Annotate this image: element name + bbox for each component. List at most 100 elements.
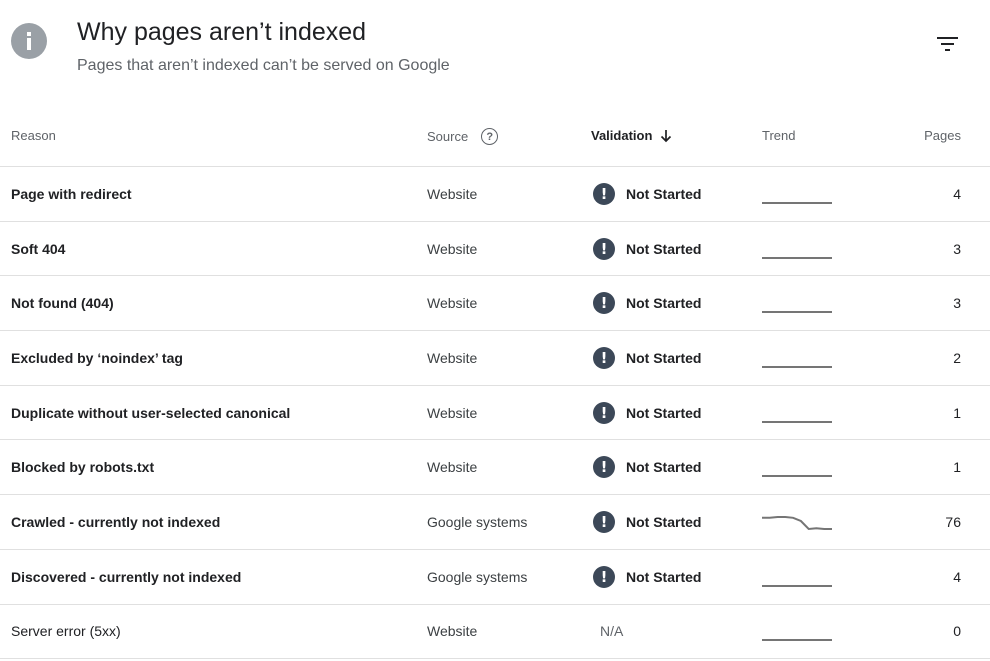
row-validation: ! Not Started	[593, 331, 701, 385]
row-pages-count: 1	[953, 459, 961, 476]
trend-sparkline	[762, 475, 832, 478]
warning-icon: !	[593, 565, 615, 588]
column-header-trend: Trend	[762, 128, 795, 143]
trend-sparkline	[762, 515, 832, 531]
row-pages-count: 3	[953, 240, 961, 257]
row-validation: ! Not Started	[593, 222, 701, 276]
info-icon	[11, 23, 47, 59]
table-row[interactable]: Not found (404) Website! Not Started 3	[0, 276, 990, 332]
column-label-reason: Reason	[11, 128, 56, 143]
row-source: Website	[427, 185, 478, 202]
row-reason: Not found (404)	[11, 295, 114, 312]
warning-icon: !	[593, 401, 615, 424]
table-body: Page with redirect Website! Not Started 4 So…	[0, 167, 990, 660]
table-row[interactable]: Crawled - currently not indexed Google sy…	[0, 495, 990, 550]
page: Why pages aren’t indexed Pages that aren…	[0, 0, 990, 661]
trend-sparkline	[762, 365, 832, 368]
row-trend	[761, 331, 833, 385]
table-row[interactable]: Blocked by robots.txt Website ! Not Started…	[0, 440, 990, 496]
row-reason: Page with redirect	[11, 185, 132, 202]
validation-status: Not Started	[626, 185, 702, 202]
row-validation: ! Not Started	[593, 386, 701, 440]
column-label-source: Source	[427, 129, 469, 144]
row-trend	[761, 222, 833, 276]
row-validation: ! Not Started	[593, 440, 701, 494]
row-source: Website	[427, 295, 478, 312]
row-trend	[761, 605, 833, 659]
row-reason: Crawled - currently not indexed	[11, 513, 221, 530]
warning-icon: !	[593, 510, 615, 533]
validation-status: N/A	[600, 623, 624, 640]
validation-status: Not Started	[626, 349, 702, 366]
arrow-down-icon	[661, 129, 672, 142]
row-validation: ! Not Started	[593, 495, 701, 549]
warning-icon: !	[593, 237, 615, 260]
row-pages-count: 2	[953, 349, 961, 366]
column-header-validation[interactable]: Validation	[591, 128, 672, 143]
column-header-reason[interactable]: Reason	[11, 128, 56, 143]
row-pages-count: 3	[953, 295, 961, 312]
row-reason: Blocked by robots.txt	[11, 459, 155, 476]
validation-status: Not Started	[626, 295, 702, 312]
row-source: Website	[427, 623, 478, 640]
row-reason: Server error (5xx)	[11, 623, 121, 640]
row-validation: ! Not Started	[593, 550, 701, 604]
row-source: Google systems	[427, 513, 528, 530]
header: Why pages aren’t indexed Pages that aren…	[0, 0, 990, 100]
trend-line	[762, 515, 832, 531]
trend-sparkline	[762, 420, 832, 423]
row-reason: Duplicate without user-selected canonica…	[11, 404, 291, 421]
row-trend	[761, 276, 833, 330]
row-pages-count: 76	[945, 513, 961, 530]
trend-sparkline	[762, 256, 832, 259]
validation-status: Not Started	[626, 568, 702, 585]
row-source: Website	[427, 240, 478, 257]
row-validation: N/A	[600, 605, 623, 659]
column-label-validation: Validation	[591, 128, 653, 143]
table-header: Reason Source ? Validation Trend Pages	[0, 110, 990, 167]
warning-icon: !	[593, 292, 615, 315]
row-reason: Excluded by ‘noindex’ tag	[11, 349, 183, 366]
column-header-source[interactable]: Source ?	[427, 128, 499, 145]
warning-icon: !	[593, 346, 615, 369]
warning-icon: !	[593, 456, 615, 479]
column-label-trend: Trend	[762, 128, 796, 143]
validation-status: Not Started	[626, 513, 702, 530]
table-row[interactable]: Discovered - currently not indexed Google…	[0, 550, 990, 605]
table-row[interactable]: Server error (5xx) Website N/A 0	[0, 605, 990, 660]
page-subtitle: Pages that aren’t indexed can’t be serve…	[77, 57, 450, 74]
table-row[interactable]: Page with redirect Website! Not Started 4	[0, 167, 990, 222]
page-title: Why pages aren’t indexed	[77, 18, 367, 46]
row-source: Google systems	[427, 568, 528, 585]
trend-sparkline	[762, 584, 832, 587]
filter-icon	[937, 37, 958, 51]
row-pages-count: 1	[953, 404, 961, 421]
filter-button[interactable]	[930, 28, 966, 60]
column-header-pages[interactable]: Pages	[924, 128, 961, 143]
row-trend	[761, 440, 833, 494]
trend-sparkline	[762, 311, 832, 314]
reasons-table: Reason Source ? Validation Trend Pages P…	[0, 110, 990, 660]
validation-status: Not Started	[626, 240, 702, 257]
table-row[interactable]: Excluded by ‘noindex’ tag Website! Not Sta…	[0, 331, 990, 386]
row-trend	[761, 495, 833, 549]
row-source: Website	[427, 349, 478, 366]
help-icon[interactable]: ?	[481, 128, 499, 145]
row-trend	[761, 167, 833, 221]
table-row[interactable]: Duplicate without user-selected canonica…	[0, 386, 990, 441]
row-reason: Discovered - currently not indexed	[11, 568, 242, 585]
validation-status: Not Started	[626, 404, 702, 421]
warning-icon: !	[593, 182, 615, 205]
trend-sparkline	[762, 201, 832, 204]
trend-sparkline	[762, 639, 832, 642]
table-row[interactable]: Soft 404 Website! Not Started 3	[0, 222, 990, 277]
row-trend	[761, 550, 833, 604]
row-validation: ! Not Started	[593, 276, 701, 330]
row-source: Website	[427, 459, 478, 476]
row-source: Website	[427, 404, 478, 421]
row-pages-count: 4	[953, 568, 961, 585]
row-trend	[761, 386, 833, 440]
row-pages-count: 4	[953, 185, 961, 202]
row-pages-count: 0	[953, 623, 961, 640]
row-reason: Soft 404	[11, 240, 66, 257]
